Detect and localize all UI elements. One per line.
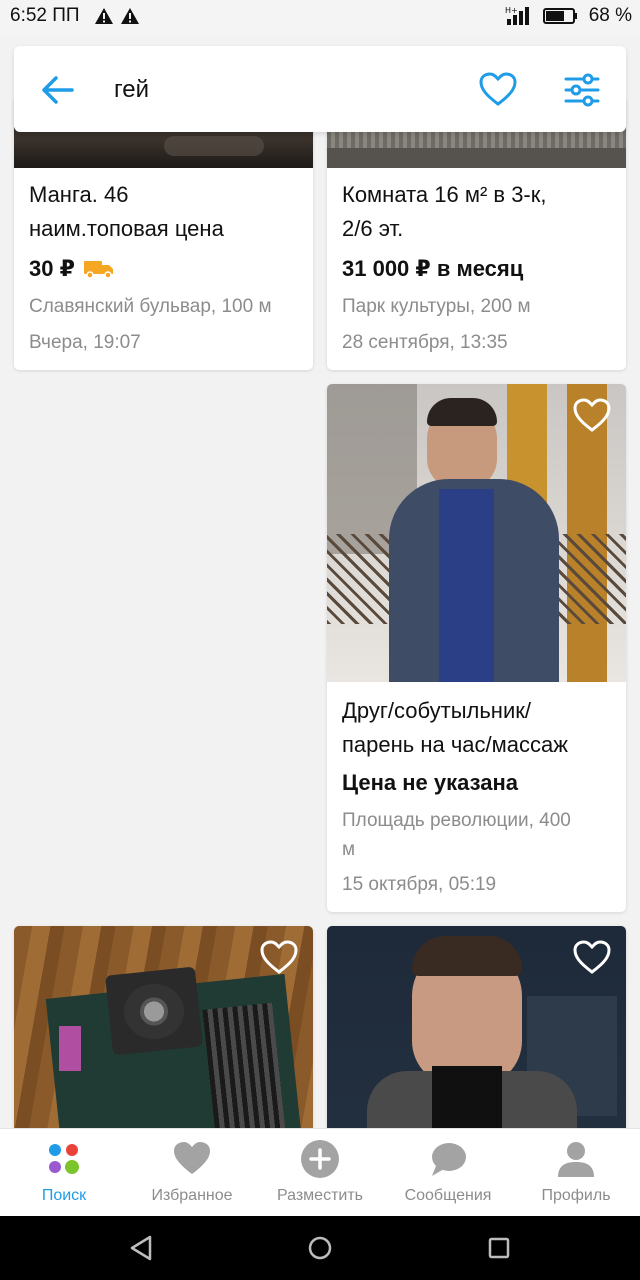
system-navigation-bar [0, 1216, 640, 1280]
listings-feed[interactable]: Манга. 46 наим.топовая цена 30 ₽ Славянс… [0, 36, 640, 1128]
nav-label: Поиск [41, 1187, 87, 1204]
listing-card[interactable]: Комната 16 м² в 3-к, 2/6 эт. 31 000 ₽ в … [327, 96, 626, 370]
heart-icon [174, 1142, 210, 1174]
listing-location: м [342, 839, 356, 860]
listing-location: Площадь революции, 400 [342, 810, 571, 831]
status-bar: 6:52 ПП H+ 68 % [0, 0, 640, 36]
nav-item-search[interactable]: Поиск [0, 1129, 128, 1217]
listing-price: Цена не указана [342, 770, 518, 795]
system-recents-icon[interactable] [486, 1234, 512, 1262]
nav-label: Сообщения [404, 1187, 492, 1204]
listing-photo[interactable] [327, 384, 626, 682]
battery-percent: 68 % [588, 5, 632, 26]
search-header: гей [14, 46, 626, 132]
nav-item-profile[interactable]: Профиль [512, 1129, 640, 1217]
nav-label: Избранное [151, 1187, 233, 1204]
chat-bubble-icon [432, 1143, 466, 1176]
nav-item-favorites[interactable]: Избранное [128, 1129, 256, 1217]
listing-price: 30 ₽ [29, 256, 115, 282]
search-query[interactable]: гей [114, 76, 149, 104]
listing-location: Славянский бульвар, 100 м [29, 296, 272, 317]
warning-icon [121, 8, 139, 24]
bottom-navigation: Поиск Избранное Разместить Сообщения Про… [0, 1128, 640, 1216]
listing-date: Вчера, 19:07 [29, 332, 141, 353]
listing-title[interactable]: Комната 16 м² в 3-к, [342, 178, 547, 212]
listing-location: Парк культуры, 200 м [342, 296, 531, 317]
person-icon [558, 1142, 594, 1177]
favorite-heart-icon[interactable] [572, 938, 612, 978]
listing-photo[interactable] [327, 926, 626, 1128]
listing-price: 31 000 ₽ в месяц [342, 256, 524, 281]
delivery-truck-icon [83, 261, 113, 279]
listing-card[interactable]: Друг/собутыльник/ парень на час/массаж Ц… [327, 384, 626, 912]
listing-date: 15 октября, 05:19 [342, 874, 497, 895]
signal-icon: H+ [505, 6, 529, 25]
listing-title[interactable]: Манга. 46 [29, 178, 128, 212]
listing-card[interactable]: Манга. 46 наим.топовая цена 30 ₽ Славянс… [14, 96, 313, 370]
system-home-icon[interactable] [306, 1234, 334, 1262]
listing-title[interactable]: Друг/собутыльник/ [342, 694, 531, 728]
nav-label: Разместить [276, 1187, 364, 1204]
favorite-heart-icon[interactable] [259, 938, 299, 978]
status-time: 6:52 ПП [10, 5, 80, 26]
nav-label: Профиль [541, 1187, 611, 1204]
save-search-heart-icon[interactable] [478, 70, 518, 110]
listing-card[interactable] [14, 926, 313, 1128]
nav-item-post[interactable]: Разместить [256, 1129, 384, 1217]
nav-item-messages[interactable]: Сообщения [384, 1129, 512, 1217]
warning-icon [95, 8, 113, 24]
back-arrow-icon[interactable] [38, 70, 78, 110]
svg-text:H+: H+ [505, 6, 518, 15]
plus-circle-icon [301, 1140, 339, 1178]
system-back-icon[interactable] [128, 1234, 154, 1262]
battery-icon [542, 8, 577, 24]
listing-card[interactable] [327, 926, 626, 1128]
listing-title[interactable]: 2/6 эт. [342, 212, 403, 246]
dots-icon [49, 1144, 79, 1174]
filter-sliders-icon[interactable] [562, 70, 602, 110]
listing-photo[interactable] [14, 926, 313, 1128]
listing-title[interactable]: парень на час/массаж [342, 728, 568, 762]
listing-price-value: 30 ₽ [29, 256, 75, 281]
listing-title[interactable]: наим.топовая цена [29, 212, 224, 246]
favorite-heart-icon[interactable] [572, 396, 612, 436]
listing-date: 28 сентября, 13:35 [342, 332, 508, 353]
